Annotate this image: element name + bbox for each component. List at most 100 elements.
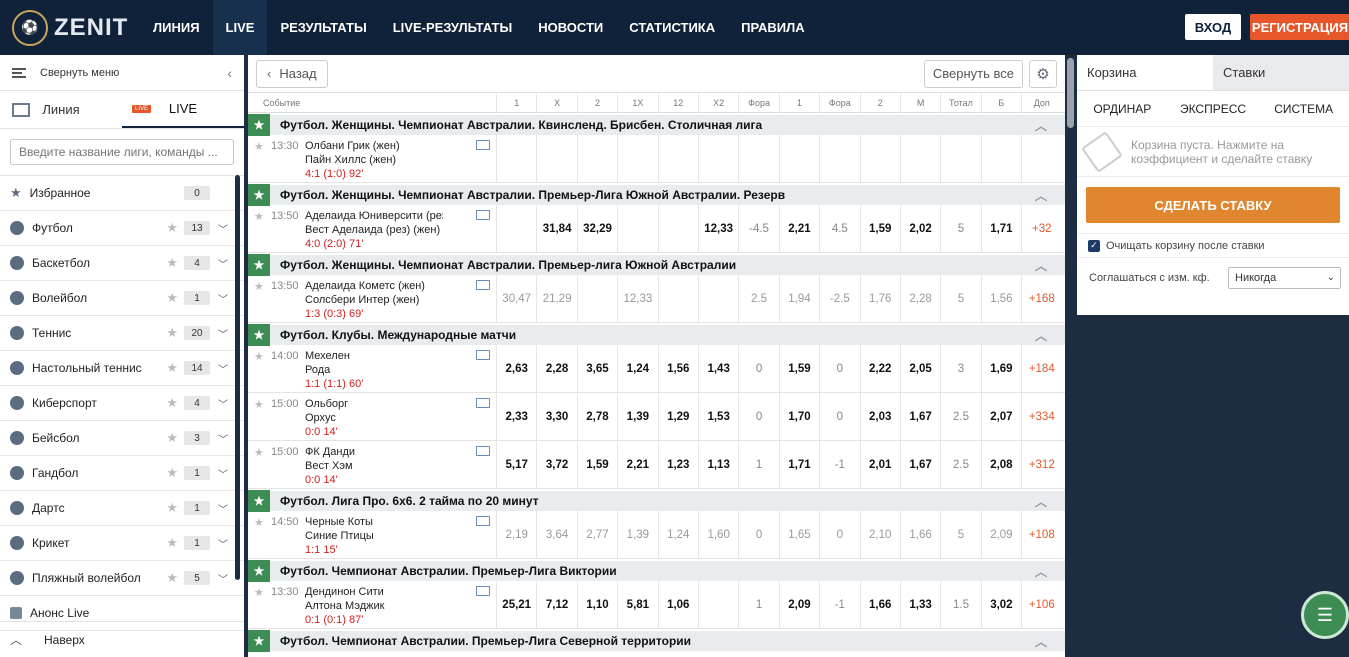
scroll-up-button[interactable]: ︿ Наверх [0,621,244,657]
odds-cell[interactable]: 3,02 [980,581,1021,628]
star-icon[interactable]: ★ [248,490,270,512]
star-icon[interactable]: ★ [248,324,270,346]
sidebar-item-favorites[interactable]: ★ Избранное 0 [0,176,244,211]
collapse-all-button[interactable]: Свернуть все [923,59,1023,88]
sidebar-item-sport[interactable]: Настольный теннис ★ 14 ﹀ [0,351,244,386]
odds-cell[interactable]: 4.5 [819,205,859,252]
odds-cell[interactable]: 3,64 [536,511,576,558]
odds-cell[interactable]: -1 [819,441,859,488]
odds-cell[interactable]: 2,28 [899,275,940,322]
star-icon[interactable]: ★ [254,446,264,459]
odds-cell[interactable]: 1,33 [899,581,940,628]
chevron-up-icon[interactable]: ︿ [1035,563,1047,580]
nav-live[interactable]: LIVE [212,0,268,55]
league-header[interactable]: ★ Футбол. Женщины. Чемпионат Австралии. П… [248,183,1065,206]
odds-cell[interactable]: 1,29 [657,393,698,440]
match-info[interactable]: ★ 13:30 Дендинон Сити Алтона Мэджик 0:1 (0:1… [248,581,496,628]
nav-results[interactable]: РЕЗУЛЬТАТЫ [267,0,379,55]
odds-cell[interactable]: 3 [940,345,980,392]
star-icon[interactable]: ★ [248,254,270,276]
odds-cell[interactable]: 3,65 [576,345,617,392]
field-stats-icon[interactable] [476,210,490,220]
odds-cell[interactable]: 2.5 [940,393,980,440]
odds-cell[interactable]: 5 [940,275,980,322]
tab-cart[interactable]: Корзина [1077,55,1213,90]
nav-line[interactable]: ЛИНИЯ [140,0,213,55]
star-icon[interactable]: ★ [254,210,264,223]
odds-cell[interactable]: 1,59 [576,441,617,488]
odds-cell[interactable]: 2,08 [980,441,1021,488]
star-icon[interactable]: ★ [254,516,264,529]
chat-icon[interactable]: ☰ [1301,591,1349,639]
match-info[interactable]: ★ 15:00 Ольборг Орхус 0:0 14' [248,393,496,440]
odds-cell[interactable]: 1,23 [657,441,698,488]
odds-cell[interactable]: 5,81 [617,581,657,628]
sidebar-item-sport[interactable]: Крикет ★ 1 ﹀ [0,526,244,561]
star-icon[interactable]: ★ [248,114,270,136]
odds-cell[interactable]: 1,56 [980,275,1021,322]
odds-cell[interactable]: +108 [1021,511,1061,558]
chevron-down-icon[interactable]: ﹀ [218,256,244,271]
field-stats-icon[interactable] [476,280,490,290]
odds-cell[interactable]: 7,12 [536,581,576,628]
odds-cell[interactable]: 2.5 [738,275,778,322]
chevron-down-icon[interactable]: ﹀ [218,536,244,551]
main-scrollbar[interactable] [1067,58,1074,128]
chevron-down-icon[interactable]: ﹀ [218,431,244,446]
chevron-down-icon[interactable]: ﹀ [218,221,244,236]
star-icon[interactable]: ★ [254,586,264,599]
match-info[interactable]: ★ 15:00 ФК Данди Вест Хэм 0:0 14' [248,441,496,488]
star-icon[interactable]: ★ [254,350,264,363]
league-search-input[interactable] [10,139,234,165]
sidebar-item-sport[interactable]: Волейбол ★ 1 ﹀ [0,281,244,316]
odds-cell[interactable]: 2,77 [576,511,617,558]
odds-cell[interactable]: 1,59 [778,345,819,392]
chevron-down-icon[interactable]: ﹀ [218,396,244,411]
odds-cell[interactable]: 0 [819,393,859,440]
odds-cell[interactable]: 1,06 [657,581,698,628]
checkbox-checked-icon[interactable]: ✓ [1088,239,1100,252]
odds-cell[interactable]: 3,72 [536,441,576,488]
chevron-up-icon[interactable]: ︿ [1035,257,1047,274]
odds-cell[interactable]: 2,21 [617,441,657,488]
nav-live-results[interactable]: LIVE-РЕЗУЛЬТАТЫ [380,0,526,55]
field-stats-icon[interactable] [476,398,490,408]
chevron-up-icon[interactable]: ︿ [1035,327,1047,344]
tab-live[interactable]: LIVE LIVE [122,91,244,128]
odds-cell[interactable]: 5 [940,205,980,252]
odds-cell[interactable]: 25,21 [496,581,536,628]
field-stats-icon[interactable] [476,446,490,456]
tab-bets[interactable]: Ставки [1213,55,1349,90]
odds-cell[interactable]: 2,21 [778,205,819,252]
odds-cell[interactable]: 0 [738,393,778,440]
nav-rules[interactable]: ПРАВИЛА [728,0,818,55]
league-header[interactable]: ★ Футбол. Женщины. Чемпионат Австралии. К… [248,113,1065,136]
star-icon[interactable]: ★ [166,255,178,271]
odds-cell[interactable]: 2,09 [980,511,1021,558]
sidebar-item-sport[interactable]: Киберспорт ★ 4 ﹀ [0,386,244,421]
star-icon[interactable]: ★ [248,184,270,206]
star-icon[interactable]: ★ [248,560,270,582]
odds-cell[interactable]: 1,76 [859,275,900,322]
odds-cell[interactable]: +106 [1021,581,1061,628]
match-info[interactable]: ★ 14:50 Черные Коты Синие Птицы 1:1 15' [248,511,496,558]
star-icon[interactable]: ★ [166,220,178,236]
league-header[interactable]: ★ Футбол. Клубы. Международные матчи ︿ [248,323,1065,346]
logo[interactable]: ⚽ ZENIT [0,9,140,46]
odds-cell[interactable]: 2,05 [899,345,940,392]
register-button[interactable]: РЕГИСТРАЦИЯ [1250,14,1349,40]
odds-cell[interactable]: 1,59 [859,205,900,252]
sidebar-item-sport[interactable]: Дартс ★ 1 ﹀ [0,491,244,526]
chevron-down-icon[interactable]: ﹀ [218,571,244,586]
odds-cell[interactable]: +32 [1021,205,1061,252]
star-icon[interactable]: ★ [166,430,178,446]
odds-cell[interactable]: 2,07 [980,393,1021,440]
collapse-menu-button[interactable]: Свернуть меню ‹ [0,55,244,91]
odds-cell[interactable]: 2,01 [859,441,900,488]
odds-cell[interactable]: 2,09 [778,581,819,628]
odds-cell[interactable]: 2,78 [576,393,617,440]
odds-cell[interactable]: -2.5 [819,275,859,322]
chevron-up-icon[interactable]: ︿ [1035,117,1047,134]
odds-cell[interactable]: 1,66 [859,581,900,628]
field-stats-icon[interactable] [476,140,490,150]
